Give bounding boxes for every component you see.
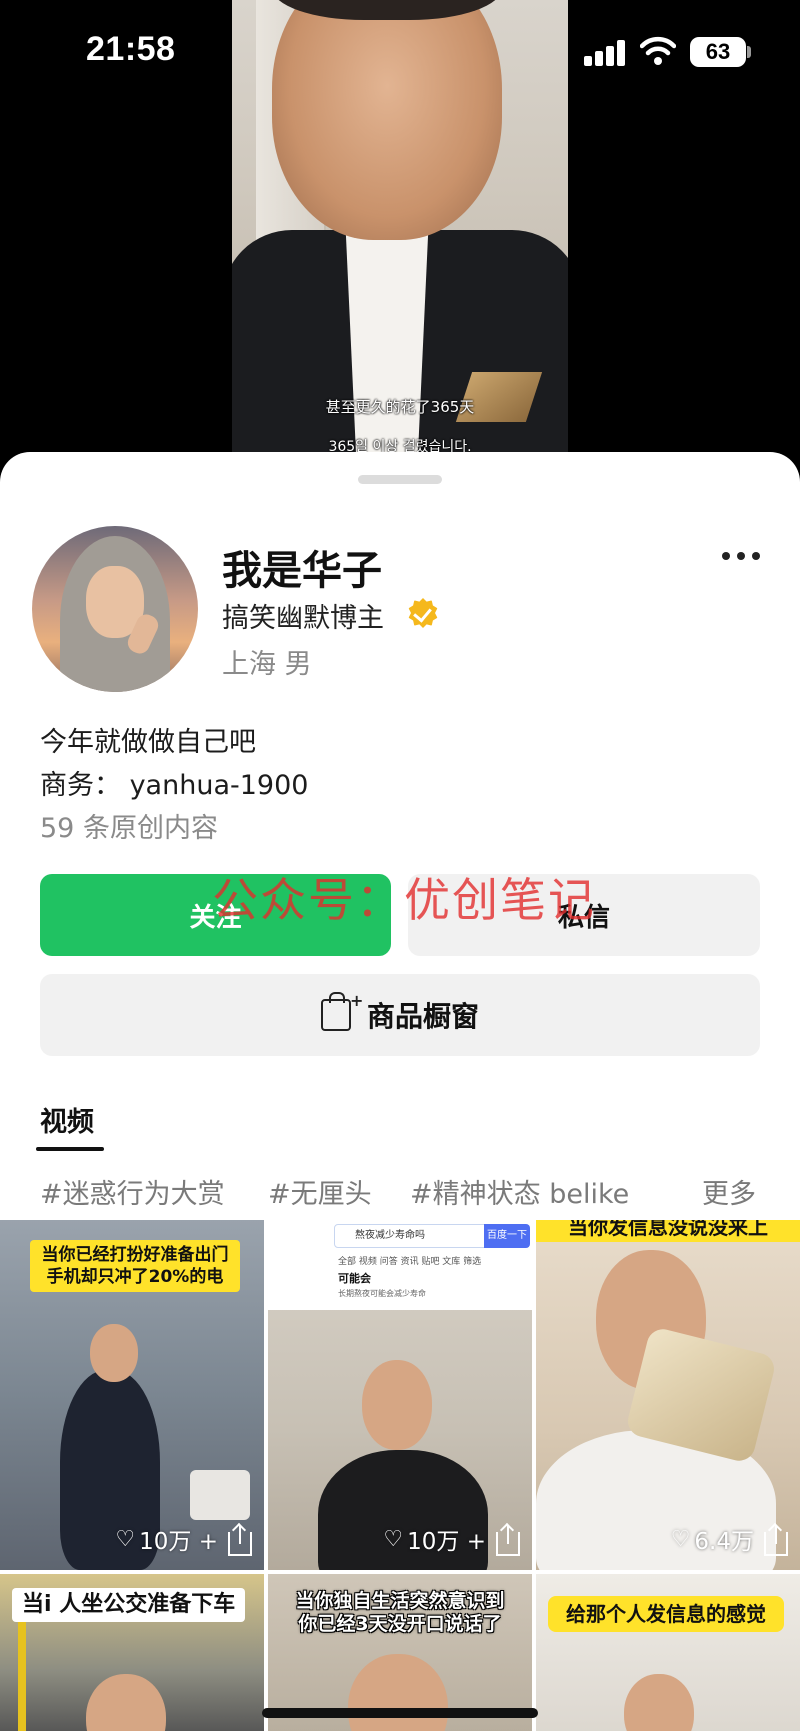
sheet-grabber[interactable] <box>358 475 442 484</box>
like-count: ♡ 10万 + <box>383 1526 486 1556</box>
profile-tagline: 搞笑幽默博主 <box>222 603 384 634</box>
battery-cap <box>747 46 751 58</box>
like-count: ♡ 10万 + <box>115 1526 218 1556</box>
video-caption: 当你已经打扮好准备出门 手机却只冲了20%的电 <box>30 1240 240 1292</box>
battery-icon: 63 <box>690 37 746 67</box>
profile-content-count: 59 条原创内容 <box>40 813 218 844</box>
tag-more[interactable]: 更多 <box>702 1172 756 1211</box>
video-caption: 当你发信息没说没来上 <box>536 1220 800 1242</box>
video-caption: 当你独自生活突然意识到 你已经3天没开口说话了 <box>295 1590 505 1635</box>
share-icon[interactable] <box>496 1526 520 1556</box>
tag-item[interactable]: #精神状态 belike <box>410 1172 629 1211</box>
share-icon[interactable] <box>228 1526 252 1556</box>
video-thumbnail[interactable]: 当你发信息没说没来上 ♡ 6.4万 <box>536 1220 800 1570</box>
search-button: 百度一下 <box>484 1224 530 1248</box>
message-button[interactable]: 私信 <box>408 874 760 956</box>
video-caption: 当i 人坐公交准备下车 <box>12 1588 246 1622</box>
shop-window-label: 商品橱窗 <box>366 1000 479 1033</box>
search-result-title: 可能会 <box>338 1272 371 1285</box>
shopping-bag-icon <box>320 991 363 1031</box>
search-result-snippet: 长期熬夜可能会减少寿命 <box>338 1289 426 1298</box>
profile-bio: 今年就做做自己吧 <box>40 727 256 758</box>
tag-item[interactable]: #迷惑行为大赏 <box>40 1172 225 1211</box>
video-thumbnail[interactable]: 当i 人坐公交准备下车 <box>0 1574 264 1731</box>
profile-name: 我是华子 <box>222 548 382 594</box>
topic-tags: #迷惑行为大赏 #无厘头 #精神状态 belike 更多 <box>40 1172 760 1212</box>
cellular-signal-icon <box>584 40 626 66</box>
avatar[interactable] <box>32 526 198 692</box>
share-icon[interactable] <box>764 1526 788 1556</box>
more-options-icon[interactable] <box>722 552 762 564</box>
shop-window-button[interactable]: 商品橱窗 <box>40 974 760 1056</box>
heart-icon: ♡ <box>115 1526 136 1552</box>
status-bar: 21:58 63 <box>0 0 800 100</box>
video-caption: 给那个人发信息的感觉 <box>548 1596 784 1632</box>
wifi-icon <box>640 36 676 65</box>
video-thumbnail[interactable]: 当你已经打扮好准备出门 手机却只冲了20%的电 ♡ 10万 + <box>0 1220 264 1570</box>
tag-item[interactable]: #无厘头 <box>268 1172 372 1211</box>
search-tabs: 全部 视频 问答 资讯 贴吧 文库 筛选 <box>338 1257 482 1267</box>
video-thumbnail[interactable]: 给那个人发信息的感觉 <box>536 1574 800 1731</box>
heart-icon: ♡ <box>670 1526 691 1552</box>
heart-icon: ♡ <box>383 1526 404 1552</box>
tab-video[interactable]: 视频 <box>40 1100 94 1139</box>
video-subtitle: 甚至更久的花了365天 <box>325 398 475 416</box>
like-count: ♡ 6.4万 <box>670 1526 754 1556</box>
video-thumbnail[interactable]: 熬夜减少寿命吗 百度一下 全部 视频 问答 资讯 贴吧 文库 筛选 可能会 长期… <box>268 1220 532 1570</box>
status-time: 21:58 <box>86 30 176 68</box>
home-indicator[interactable] <box>262 1708 538 1718</box>
profile-sheet: 我是华子 搞笑幽默博主 上海 男 今年就做做自己吧 商务： yanhua-190… <box>0 452 800 1731</box>
profile-location: 上海 男 <box>222 649 312 680</box>
follow-button[interactable]: 关注 <box>40 874 391 956</box>
tab-active-indicator <box>36 1147 104 1151</box>
verified-badge-icon <box>408 598 438 628</box>
profile-business-contact: 商务： yanhua-1900 <box>40 770 309 801</box>
